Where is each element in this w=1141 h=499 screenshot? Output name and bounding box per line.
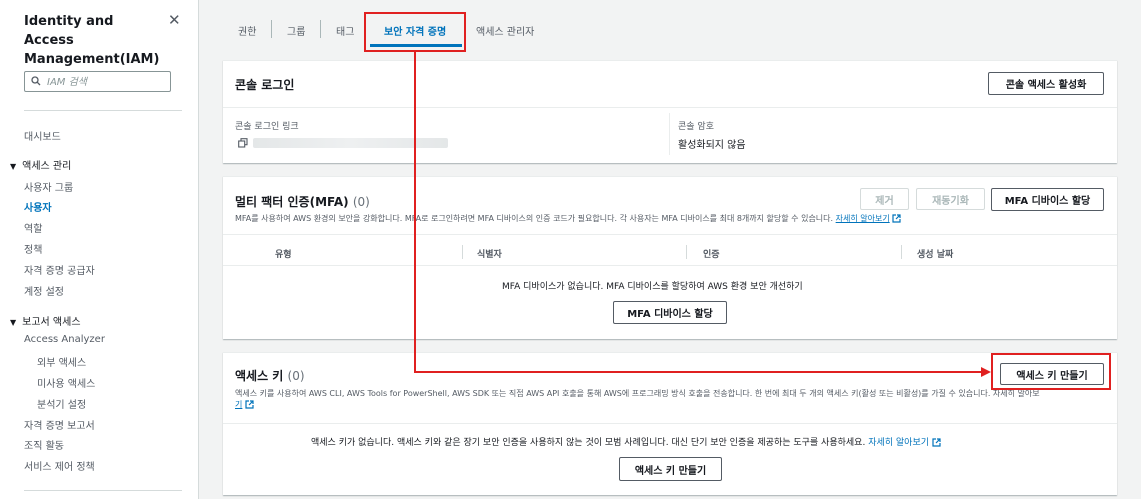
- annotation-arrow: [414, 52, 991, 377]
